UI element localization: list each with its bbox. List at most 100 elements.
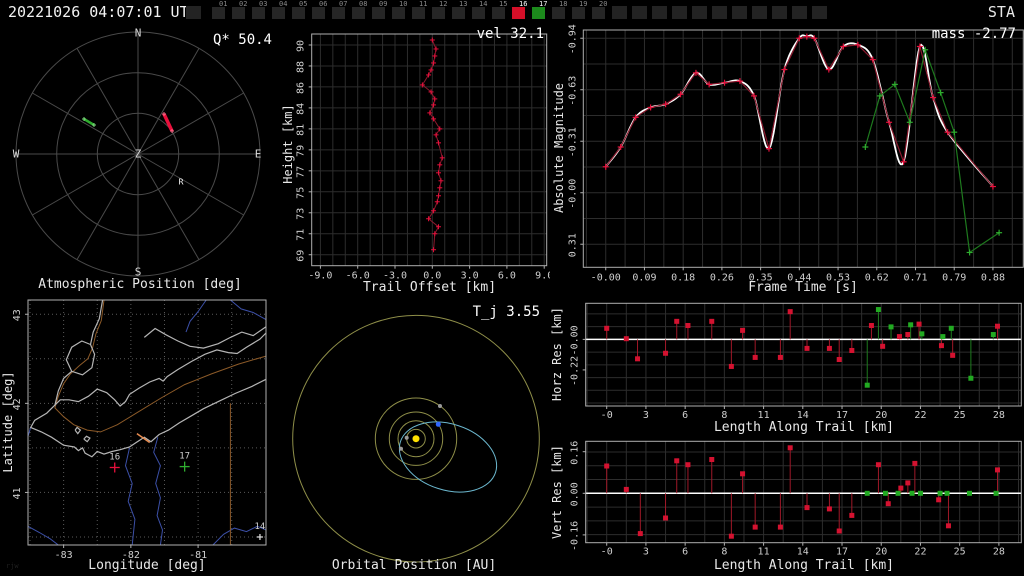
residual-grid	[585, 441, 1022, 543]
station-box[interactable]	[672, 0, 692, 22]
station-box-18[interactable]: 18	[552, 0, 572, 22]
station-box-05[interactable]: 05	[292, 0, 312, 22]
station-box-17[interactable]: 17	[532, 0, 552, 22]
station-box[interactable]	[752, 0, 772, 22]
station-label: 14	[255, 522, 266, 532]
station-box-swatch	[812, 6, 827, 19]
stem-marker	[836, 357, 842, 363]
stem-marker	[836, 528, 842, 534]
tick-label: 88	[296, 61, 307, 73]
stem-marker	[966, 490, 972, 496]
vertical-residuals-plot: -0 3 6 8 11 14 17 20 22 25 28 0.16 0.00 -0.16	[570, 441, 1022, 558]
magnitude-y-axis-label: Absolute Magnitude	[552, 82, 566, 214]
station-box-03[interactable]: 03	[252, 0, 272, 22]
stem-marker	[880, 343, 886, 349]
tick-label: -0.22	[570, 356, 581, 386]
polar-spoke	[32, 92, 139, 155]
earth-dot	[435, 421, 441, 427]
station-box-09[interactable]: 09	[372, 0, 392, 22]
station-box-15[interactable]: 15	[492, 0, 512, 22]
station-box-01[interactable]: 01	[212, 0, 232, 22]
station-box[interactable]	[772, 0, 792, 22]
event-summary-screen: 20221026 04:07:01 UTC 01 02 03 04 05 06 07 08 09…	[0, 0, 1024, 576]
stem-marker	[936, 497, 942, 503]
stem-marker	[777, 524, 783, 530]
orbital-position-panel: T_j 3.55 Orbital Position [AU]	[280, 296, 548, 576]
compass-north-label: N	[134, 26, 142, 40]
stem-marker	[604, 463, 610, 469]
tick-label: -0	[601, 547, 613, 558]
station-box-number: 18	[559, 0, 568, 8]
station-box[interactable]	[712, 0, 732, 22]
tick-label: 41	[12, 487, 23, 499]
station-box[interactable]	[812, 0, 832, 22]
stem-marker	[804, 345, 810, 351]
station-box-11[interactable]: 11	[412, 0, 432, 22]
stem-marker	[912, 460, 918, 466]
station-box[interactable]	[652, 0, 672, 22]
station-box[interactable]	[692, 0, 712, 22]
stem-marker	[709, 318, 715, 324]
station-box-number: 05	[299, 0, 308, 8]
tick-label: 81	[296, 124, 307, 136]
tick-label: 77	[296, 166, 307, 178]
stem-marker	[826, 506, 832, 512]
station-box-swatch	[752, 6, 767, 19]
station-box-number: 04	[279, 0, 288, 8]
stem-marker	[826, 345, 832, 351]
tick-label: 8	[721, 547, 727, 558]
tick-label: 28	[993, 547, 1005, 558]
station-box-16[interactable]: 16	[512, 0, 532, 22]
station-box[interactable]	[612, 0, 632, 22]
station-box-14[interactable]: 14	[472, 0, 492, 22]
station-box-swatch	[292, 7, 305, 19]
station-box-12[interactable]: 12	[432, 0, 452, 22]
map-x-axis-label: Longitude [deg]	[88, 558, 206, 573]
station-box[interactable]	[632, 0, 652, 22]
station-box-19[interactable]: 19	[572, 0, 592, 22]
station-box-swatch	[452, 7, 465, 19]
station-box-13[interactable]: 13	[452, 0, 472, 22]
station-box-07[interactable]: 07	[332, 0, 352, 22]
station-box[interactable]	[792, 0, 812, 22]
compass-west-label: W	[12, 147, 20, 161]
station-box-02[interactable]: 02	[232, 0, 252, 22]
station-box-10[interactable]: 10	[392, 0, 412, 22]
station-box-swatch	[372, 7, 385, 19]
tick-label: 79	[296, 145, 307, 157]
tick-label: 0.16	[570, 441, 581, 465]
stem-marker	[944, 490, 950, 496]
river-layer-path	[185, 299, 207, 333]
tick-label: 0.31	[567, 233, 578, 257]
station-box[interactable]	[186, 0, 206, 22]
border-layer-path	[54, 299, 267, 433]
stem-marker	[905, 480, 911, 486]
stem-marker	[752, 354, 758, 360]
meteoroid-orbit	[398, 421, 498, 493]
station-box-08[interactable]: 08	[352, 0, 372, 22]
stem-marker	[882, 490, 888, 496]
light-curve-plot: -0.00 0.09 0.18 0.26 0.35 0.44 0.53 0.62 0.71 0.7…	[567, 24, 1024, 283]
station-box[interactable]	[732, 0, 752, 22]
station-box-06[interactable]: 06	[312, 0, 332, 22]
horz-res-y-axis-label: Horz Res [km]	[550, 307, 564, 401]
stem-marker	[919, 331, 925, 337]
tick-label: 17	[836, 547, 848, 558]
stem-marker	[623, 486, 629, 492]
tick-label: 22	[914, 547, 926, 558]
planet-dot	[404, 435, 409, 440]
station-box-20[interactable]: 20	[592, 0, 612, 22]
tick-label: 25	[954, 547, 966, 558]
magnitude-green-series	[864, 47, 1000, 254]
light-curve-panel: -0.00 0.09 0.18 0.26 0.35 0.44 0.53 0.62 0.71 0.7…	[550, 22, 1024, 296]
station-box-04[interactable]: 04	[272, 0, 292, 22]
sun-dot	[412, 435, 420, 443]
polar-spoke	[76, 48, 139, 155]
stem-marker	[938, 343, 944, 349]
station-label: 17	[179, 452, 190, 462]
station-box-swatch	[772, 6, 787, 19]
stem-marker	[948, 325, 954, 331]
coastline-layer-path	[65, 340, 96, 376]
vert-res-y-axis-label: Vert Res [km]	[550, 445, 564, 539]
stem-marker	[849, 347, 855, 353]
